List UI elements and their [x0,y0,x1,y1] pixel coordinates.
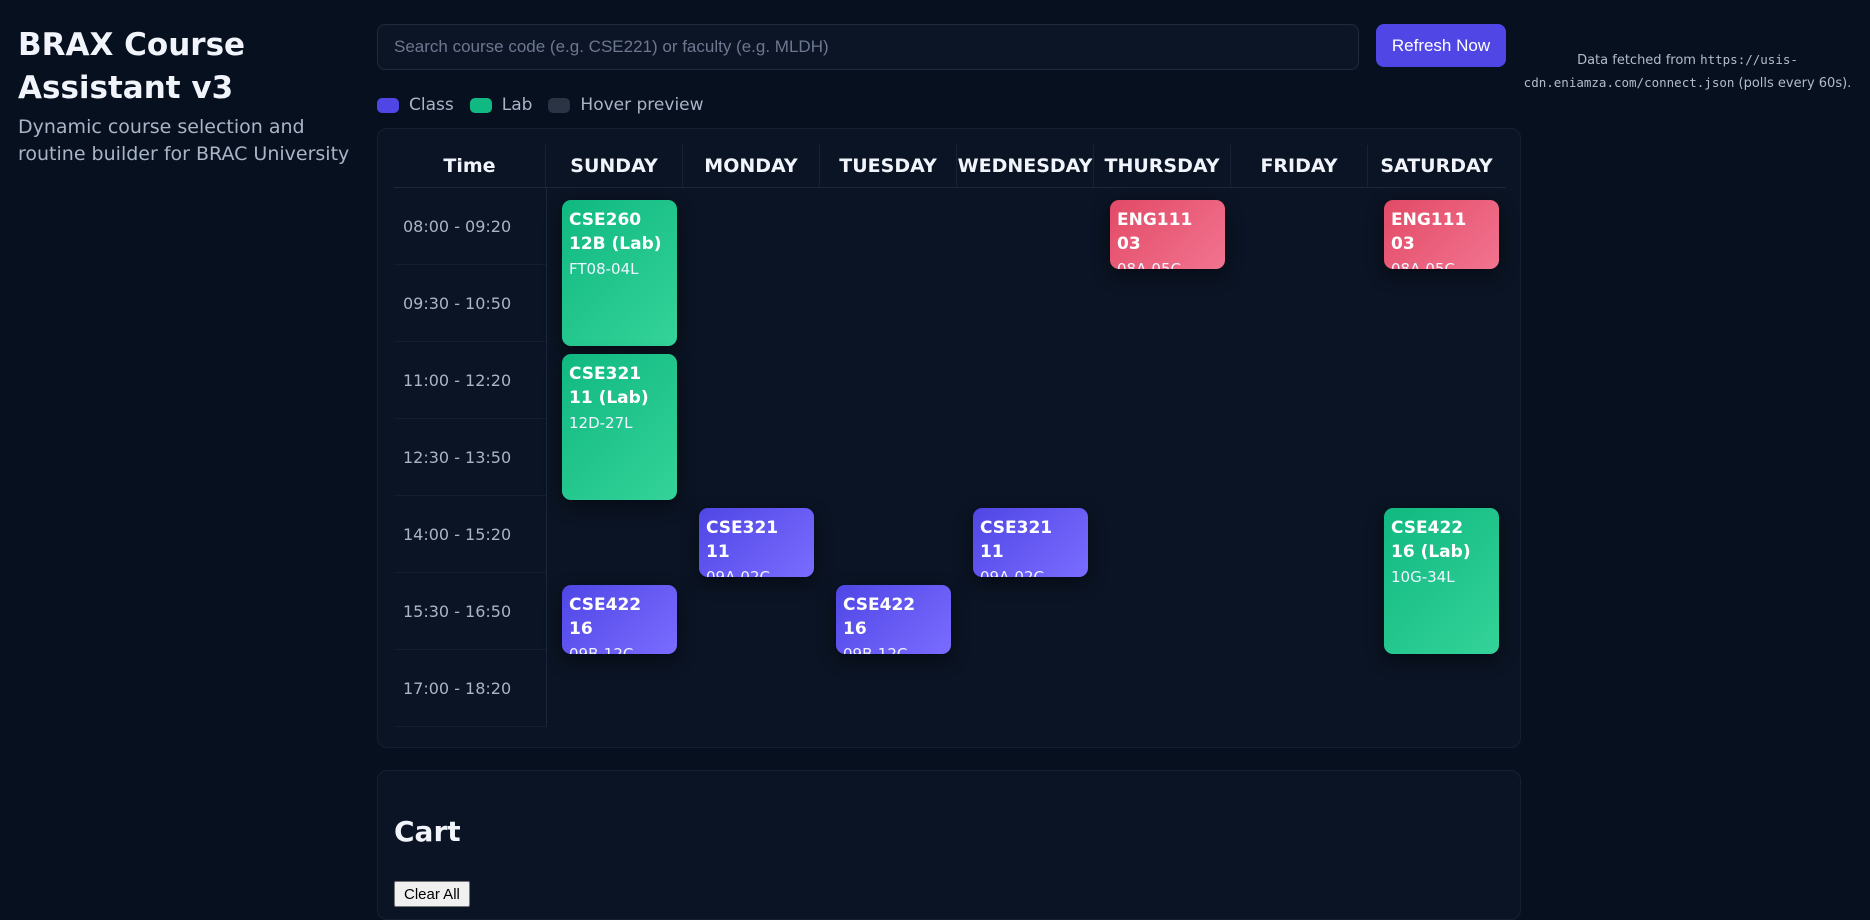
course-block[interactable]: CSE422 16 09B-12C [562,585,677,654]
course-block[interactable]: ENG111 03 08A-05C [1110,200,1225,269]
legend-label: Class [409,95,454,115]
legend-item: Class [377,95,454,115]
routine-grid: Time SUNDAY MONDAY TUESDAY WEDNESDAY THURSDA… [394,145,1506,727]
routine-panel: Time SUNDAY MONDAY TUESDAY WEDNESDAY THURSDA… [377,128,1521,748]
course-room: 09A-02C [706,568,770,577]
clear-all-button[interactable]: Clear All [394,881,470,907]
course-room: 09B-12C [569,645,634,654]
course-block[interactable]: CSE321 11 09A-02C [973,508,1088,577]
course-block[interactable]: CSE422 16 (Lab) 10G-34L [1384,508,1499,654]
course-block[interactable]: CSE321 11 (Lab) 12D-27L [562,354,677,500]
course-room: 08A-05C [1391,260,1455,269]
legend-label: Hover preview [580,95,704,115]
course-block[interactable]: CSE321 11 09A-02C [699,508,814,577]
course-title: CSE422 16 [843,595,916,639]
course-block[interactable]: CSE422 16 09B-12C [836,585,951,654]
legend: Class Lab Hover preview [377,95,720,115]
cart-title: Cart [394,815,461,848]
course-title: CSE321 11 (Lab) [569,364,649,408]
course-title: CSE260 12B (Lab) [569,210,662,254]
course-room: 09B-12C [843,645,908,654]
course-room: 10G-34L [1391,568,1455,586]
course-title: CSE422 16 (Lab) [1391,518,1471,562]
app-title: BRAX Course Assistant v3 [18,27,246,106]
legend-item: Lab [469,95,533,115]
course-block[interactable]: CSE260 12B (Lab) FT08-04L [562,200,677,346]
cart-panel: Cart Clear All [377,770,1521,920]
legend-item: Hover preview [548,95,704,115]
course-block[interactable]: ENG111 03 08A-05C [1384,200,1499,269]
fetch-note-prefix: Data fetched from [1577,53,1701,68]
search-input[interactable] [377,24,1359,70]
refresh-button[interactable]: Refresh Now [1376,24,1506,67]
course-blocks: CSE260 12B (Lab) FT08-04L CSE321 11 (Lab) 1… [394,145,1506,745]
course-room: 09A-02C [980,568,1044,577]
course-room: FT08-04L [569,260,639,278]
legend-swatch [548,97,571,113]
fetch-note-suffix: (polls every 60s). [1734,76,1852,91]
course-title: ENG111 03 [1117,210,1193,254]
legend-swatch [469,97,492,113]
course-room: 08A-05C [1117,260,1181,269]
legend-swatch [377,97,399,113]
course-title: CSE422 16 [569,595,642,639]
app-header: BRAX Course Assistant v3 Dynamic course … [18,24,363,168]
course-title: CSE321 11 [706,518,779,562]
legend-label: Lab [501,95,533,115]
course-title: ENG111 03 [1391,210,1467,254]
course-room: 12D-27L [569,414,633,432]
fetch-note: Data fetched from https://usis-cdn.eniam… [1520,49,1855,95]
course-title: CSE321 11 [980,518,1053,562]
app-subtitle: Dynamic course selection and routine bui… [18,116,350,165]
